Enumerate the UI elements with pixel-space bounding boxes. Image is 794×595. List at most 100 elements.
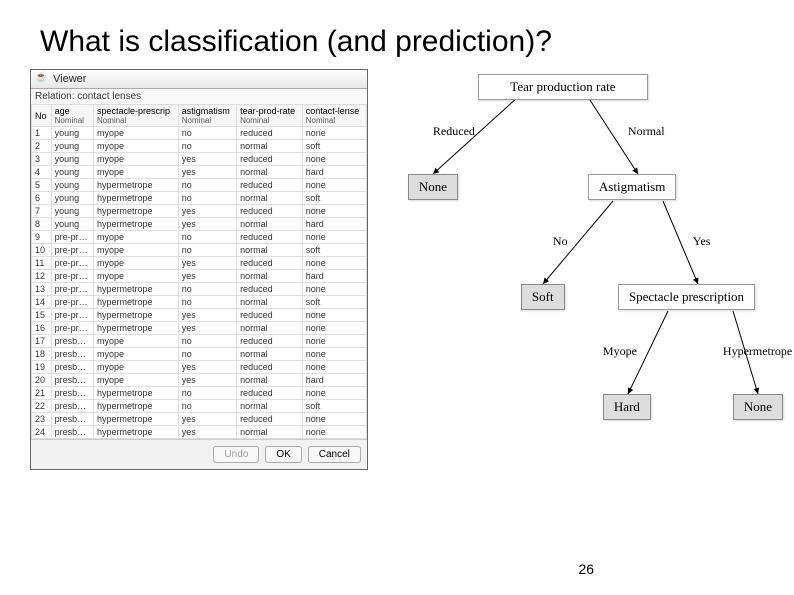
table-cell: myope	[94, 166, 179, 179]
table-cell: normal	[237, 400, 303, 413]
table-row[interactable]: 16pre-pr…hypermetropeyesnormalnone	[32, 322, 367, 335]
table-cell: yes	[178, 426, 236, 439]
table-row[interactable]: 21presb…hypermetropenoreducednone	[32, 387, 367, 400]
table-cell: normal	[237, 426, 303, 439]
table-cell: yes	[178, 322, 236, 335]
table-cell: hypermetrope	[94, 413, 179, 426]
ok-button[interactable]: OK	[265, 446, 301, 463]
table-cell: hard	[302, 218, 366, 231]
column-header: contact-lenseNominal	[302, 105, 366, 127]
table-cell: none	[302, 153, 366, 166]
table-cell: 13	[32, 283, 52, 296]
table-cell: reduced	[237, 127, 303, 140]
table-cell: myope	[94, 361, 179, 374]
table-cell: 23	[32, 413, 52, 426]
table-cell: presb…	[51, 413, 93, 426]
table-row[interactable]: 10pre-pr…myopenonormalsoft	[32, 244, 367, 257]
table-cell: 9	[32, 231, 52, 244]
column-header: No	[32, 105, 52, 127]
table-cell: hypermetrope	[94, 296, 179, 309]
table-row[interactable]: 15pre-pr…hypermetropeyesreducednone	[32, 309, 367, 322]
table-cell: reduced	[237, 231, 303, 244]
table-row[interactable]: 1youngmyopenoreducednone	[32, 127, 367, 140]
table-row[interactable]: 22presb…hypermetropenonormalsoft	[32, 400, 367, 413]
table-cell: none	[302, 413, 366, 426]
table-cell: soft	[302, 400, 366, 413]
table-cell: yes	[178, 309, 236, 322]
column-header: ageNominal	[51, 105, 93, 127]
table-cell: yes	[178, 166, 236, 179]
edge-reduced: Reduced	[433, 124, 475, 139]
table-cell: normal	[237, 244, 303, 257]
table-cell: reduced	[237, 257, 303, 270]
table-cell: 7	[32, 205, 52, 218]
table-cell: 8	[32, 218, 52, 231]
table-cell: no	[178, 244, 236, 257]
cancel-button[interactable]: Cancel	[308, 446, 361, 463]
table-row[interactable]: 9pre-pr…myopenoreducednone	[32, 231, 367, 244]
table-cell: myope	[94, 244, 179, 257]
table-row[interactable]: 23presb…hypermetropeyesreducednone	[32, 413, 367, 426]
table-row[interactable]: 4youngmyopeyesnormalhard	[32, 166, 367, 179]
table-cell: reduced	[237, 309, 303, 322]
table-row[interactable]: 13pre-pr…hypermetropenoreducednone	[32, 283, 367, 296]
window-title: Viewer	[53, 73, 86, 85]
table-cell: none	[302, 231, 366, 244]
table-cell: young	[51, 205, 93, 218]
edge-yes: Yes	[693, 234, 710, 249]
table-row[interactable]: 14pre-pr…hypermetropenonormalsoft	[32, 296, 367, 309]
table-row[interactable]: 2youngmyopenonormalsoft	[32, 140, 367, 153]
java-icon: ☕	[35, 72, 49, 86]
table-row[interactable]: 17presb…myopenoreducednone	[32, 335, 367, 348]
table-cell: pre-pr…	[51, 322, 93, 335]
table-cell: hypermetrope	[94, 387, 179, 400]
node-root: Tear production rate	[478, 74, 648, 100]
column-header: tear-prod-rateNominal	[237, 105, 303, 127]
data-table: NoageNominalspectacle-prescripNominalast…	[31, 104, 367, 439]
table-row[interactable]: 12pre-pr…myopeyesnormalhard	[32, 270, 367, 283]
table-row[interactable]: 3youngmyopeyesreducednone	[32, 153, 367, 166]
table-cell: none	[302, 426, 366, 439]
table-cell: 3	[32, 153, 52, 166]
table-row[interactable]: 24presb…hypermetropeyesnormalnone	[32, 426, 367, 439]
table-cell: young	[51, 166, 93, 179]
table-row[interactable]: 11pre-pr…myopeyesreducednone	[32, 257, 367, 270]
table-row[interactable]: 5younghypermetropenoreducednone	[32, 179, 367, 192]
table-cell: presb…	[51, 400, 93, 413]
column-header: astigmatismNominal	[178, 105, 236, 127]
table-cell: myope	[94, 270, 179, 283]
table-cell: none	[302, 322, 366, 335]
page-number: 26	[578, 561, 594, 577]
table-cell: soft	[302, 140, 366, 153]
table-cell: myope	[94, 231, 179, 244]
table-cell: myope	[94, 140, 179, 153]
table-row[interactable]: 20presb…myopeyesnormalhard	[32, 374, 367, 387]
table-cell: reduced	[237, 413, 303, 426]
table-cell: pre-pr…	[51, 257, 93, 270]
table-cell: no	[178, 400, 236, 413]
table-row[interactable]: 6younghypermetropenonormalsoft	[32, 192, 367, 205]
table-row[interactable]: 8younghypermetropeyesnormalhard	[32, 218, 367, 231]
table-row[interactable]: 19presb…myopeyesreducednone	[32, 361, 367, 374]
table-cell: 2	[32, 140, 52, 153]
table-cell: 17	[32, 335, 52, 348]
column-header: spectacle-prescripNominal	[94, 105, 179, 127]
slide-title: What is classification (and prediction)?	[0, 0, 794, 69]
table-cell: reduced	[237, 387, 303, 400]
leaf-none-2: None	[733, 394, 783, 420]
table-row[interactable]: 7younghypermetropeyesreducednone	[32, 205, 367, 218]
table-cell: myope	[94, 127, 179, 140]
table-row[interactable]: 18presb…myopenonormalnone	[32, 348, 367, 361]
table-cell: 15	[32, 309, 52, 322]
edge-hypermetrope: Hypermetrope	[723, 344, 792, 359]
undo-button[interactable]: Undo	[213, 446, 259, 463]
table-cell: pre-pr…	[51, 231, 93, 244]
table-cell: 4	[32, 166, 52, 179]
table-cell: hypermetrope	[94, 192, 179, 205]
table-cell: 16	[32, 322, 52, 335]
table-cell: young	[51, 140, 93, 153]
table-cell: normal	[237, 192, 303, 205]
table-cell: 12	[32, 270, 52, 283]
table-cell: 14	[32, 296, 52, 309]
table-cell: pre-pr…	[51, 283, 93, 296]
